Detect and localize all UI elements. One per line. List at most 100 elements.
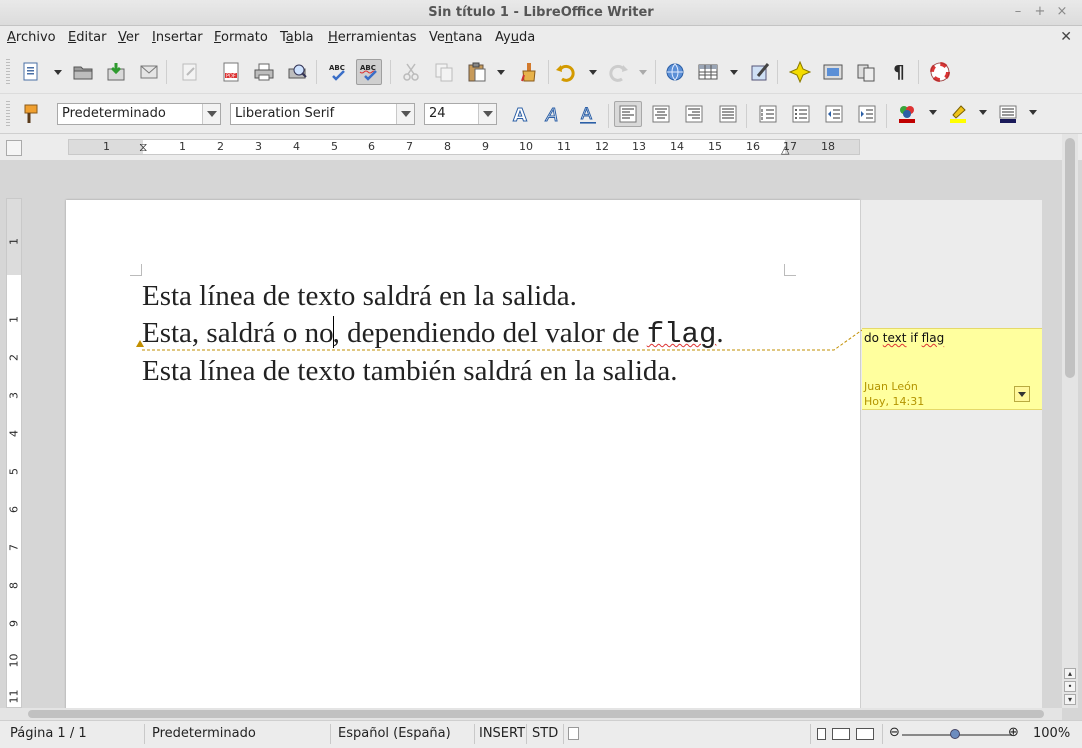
previous-page-icon[interactable]: ▴: [1064, 668, 1076, 679]
menu-insertar[interactable]: Insertar: [152, 30, 203, 45]
bold-icon[interactable]: A: [507, 101, 535, 127]
align-center-icon[interactable]: [647, 101, 675, 127]
horizontal-ruler[interactable]: 1 1 2 3 4 5 6 7 8 9 10 11 12 13 14 15 16 17 18 ⧖ △: [68, 139, 860, 156]
language-status[interactable]: Español (España): [338, 726, 451, 741]
background-color-dropdown-icon[interactable]: [1029, 110, 1037, 116]
insert-mode[interactable]: INSERT: [479, 726, 525, 741]
text-line-1[interactable]: Esta línea de texto saldrá en la salida.: [142, 278, 724, 315]
comment-menu-button[interactable]: [1014, 386, 1030, 402]
paste-icon[interactable]: [464, 59, 490, 85]
gallery-icon[interactable]: [820, 59, 846, 85]
next-page-icon[interactable]: ▾: [1064, 694, 1076, 705]
document-page[interactable]: Esta línea de texto saldrá en la salida.…: [66, 200, 860, 720]
page-style[interactable]: Predeterminado: [152, 726, 256, 741]
menu-archivo[interactable]: Archivo: [7, 30, 56, 45]
undo-icon[interactable]: [553, 59, 579, 85]
comment-text[interactable]: do text if flag: [864, 331, 944, 345]
table-dropdown-icon[interactable]: [730, 70, 738, 76]
decrease-indent-icon[interactable]: [820, 101, 848, 127]
new-document-icon[interactable]: [18, 59, 44, 85]
increase-indent-icon[interactable]: [853, 101, 881, 127]
bullets-icon[interactable]: [787, 101, 815, 127]
close-window-icon[interactable]: ×: [1055, 5, 1069, 19]
vertical-scroll-thumb[interactable]: [1065, 138, 1075, 378]
numbering-icon[interactable]: [754, 101, 782, 127]
zoom-in-icon[interactable]: ⊕: [1008, 725, 1019, 740]
menu-ventana[interactable]: Ventana: [429, 30, 482, 45]
justify-icon[interactable]: [714, 101, 742, 127]
close-document-icon[interactable]: ✕: [1060, 29, 1072, 45]
tab-stop-selector[interactable]: [6, 140, 22, 156]
font-name-select[interactable]: Liberation Serif: [230, 103, 415, 125]
book-view-icon[interactable]: [856, 728, 874, 740]
underline-icon[interactable]: A: [574, 101, 602, 127]
vertical-ruler[interactable]: 1 1 2 3 4 5 6 7 8 9 10 11: [6, 198, 22, 708]
formatting-marks-icon[interactable]: ¶: [886, 59, 912, 85]
show-draw-functions-icon[interactable]: [747, 59, 773, 85]
save-icon[interactable]: [103, 59, 129, 85]
copy-icon[interactable]: [431, 59, 457, 85]
autospellcheck-icon[interactable]: ABC: [356, 59, 382, 85]
email-icon[interactable]: [136, 59, 162, 85]
background-color-icon[interactable]: [994, 101, 1022, 127]
minimize-icon[interactable]: –: [1011, 5, 1025, 19]
maximize-icon[interactable]: +: [1033, 5, 1047, 19]
page-count[interactable]: Página 1 / 1: [10, 726, 87, 741]
multi-page-view-icon[interactable]: [832, 728, 850, 740]
document-area[interactable]: Esta línea de texto saldrá en la salida.…: [28, 162, 1062, 720]
menu-formato[interactable]: Formato: [214, 30, 268, 45]
paragraph-style-select[interactable]: Predeterminado: [57, 103, 221, 125]
data-sources-icon[interactable]: [853, 59, 879, 85]
highlighting-icon[interactable]: [944, 101, 972, 127]
edit-file-icon[interactable]: [177, 59, 203, 85]
menu-ver[interactable]: Ver: [118, 30, 139, 45]
font-color-icon[interactable]: [893, 101, 921, 127]
highlighting-dropdown-icon[interactable]: [979, 110, 987, 116]
italic-icon[interactable]: A: [540, 101, 568, 127]
menu-tabla[interactable]: Tabla: [280, 30, 314, 45]
font-color-dropdown-icon[interactable]: [929, 110, 937, 116]
vertical-scrollbar[interactable]: ▴ • ▾: [1062, 134, 1078, 708]
text-line-3[interactable]: Esta línea de texto también saldrá en la…: [142, 353, 724, 390]
navigator-icon[interactable]: [787, 59, 813, 85]
selection-mode[interactable]: STD: [532, 726, 558, 741]
document-modified-icon[interactable]: [568, 727, 579, 740]
toolbar-separator: [886, 104, 887, 128]
align-left-icon[interactable]: [614, 101, 642, 127]
navigation-icon[interactable]: •: [1064, 681, 1076, 692]
undo-dropdown-icon[interactable]: [589, 70, 597, 76]
toolbar-handle[interactable]: [6, 101, 10, 127]
zoom-out-icon[interactable]: ⊖: [889, 725, 900, 740]
spellcheck-icon[interactable]: ABC: [325, 59, 351, 85]
menu-herramientas[interactable]: Herramientas: [328, 30, 417, 45]
menu-ayuda[interactable]: Ayuda: [495, 30, 535, 45]
export-pdf-icon[interactable]: PDF: [218, 59, 244, 85]
align-right-icon[interactable]: [680, 101, 708, 127]
toolbar-handle[interactable]: [6, 59, 10, 85]
help-icon[interactable]: [927, 59, 953, 85]
right-indent-marker[interactable]: △: [781, 143, 789, 156]
left-indent-marker[interactable]: ⧖: [139, 140, 147, 155]
zoom-slider-knob[interactable]: [950, 729, 960, 739]
font-size-select[interactable]: 24: [424, 103, 497, 125]
open-folder-icon[interactable]: [70, 59, 96, 85]
paste-dropdown-icon[interactable]: [497, 70, 505, 76]
print-preview-icon[interactable]: [284, 59, 310, 85]
hyperlink-icon[interactable]: [662, 59, 688, 85]
redo-dropdown-icon[interactable]: [639, 70, 647, 76]
horizontal-scroll-thumb[interactable]: [28, 710, 1044, 718]
redo-icon[interactable]: [605, 59, 631, 85]
print-icon[interactable]: [251, 59, 277, 85]
zoom-level[interactable]: 100%: [1033, 726, 1070, 741]
single-page-view-icon[interactable]: [817, 728, 826, 740]
clone-formatting-icon[interactable]: [516, 59, 542, 85]
cut-icon[interactable]: [398, 59, 424, 85]
styles-formatting-icon[interactable]: [18, 101, 44, 127]
new-dropdown-icon[interactable]: [54, 70, 62, 76]
ruler-number: 5: [7, 468, 21, 475]
menu-editar[interactable]: Editar: [68, 30, 107, 45]
comment-note[interactable]: do text if flag Juan León Hoy, 14:31: [862, 328, 1042, 410]
status-separator: [526, 724, 527, 744]
table-icon[interactable]: [695, 59, 721, 85]
horizontal-scrollbar[interactable]: [0, 708, 1062, 720]
